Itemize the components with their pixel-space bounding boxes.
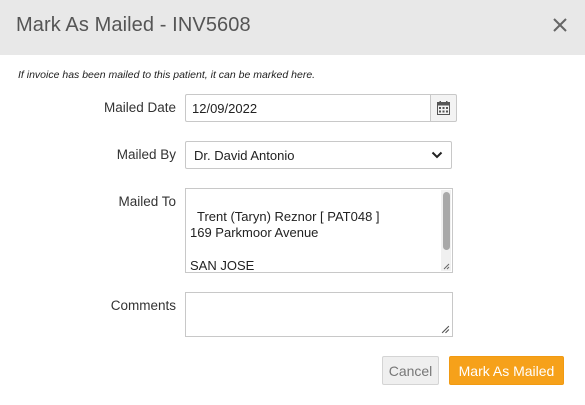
mailed-by-select[interactable]: Dr. David Antonio [185,141,452,169]
dialog-note: If invoice has been mailed to this patie… [18,69,316,81]
resize-handle-icon[interactable] [442,262,450,270]
dialog-header: Mark As Mailed - INV5608 [0,0,585,55]
mailed-date-label: Mailed Date [103,100,176,115]
dialog-title: Mark As Mailed - INV5608 [16,14,251,36]
scrollbar-thumb[interactable] [443,192,450,250]
close-icon[interactable] [549,14,571,36]
calendar-icon [437,101,450,115]
chevron-down-icon [431,151,443,159]
comments-textarea[interactable] [185,292,453,337]
mailed-by-value: Dr. David Antonio [194,148,295,163]
mark-as-mailed-button[interactable]: Mark As Mailed [449,356,564,385]
resize-handle-icon[interactable] [441,325,450,334]
cancel-button[interactable]: Cancel [382,356,439,385]
mailed-date-input[interactable]: 12/09/2022 [185,94,430,122]
mailed-by-label: Mailed By [116,147,176,162]
calendar-button[interactable] [430,94,457,122]
comments-label: Comments [110,298,176,313]
mailed-to-textarea[interactable]: Trent (Taryn) Reznor [ PAT048 ] 169 Park… [185,188,453,273]
mailed-to-label: Mailed To [118,194,176,209]
scrollbar[interactable] [441,190,451,271]
mailed-to-value: Trent (Taryn) Reznor [ PAT048 ] 169 Park… [190,208,380,273]
